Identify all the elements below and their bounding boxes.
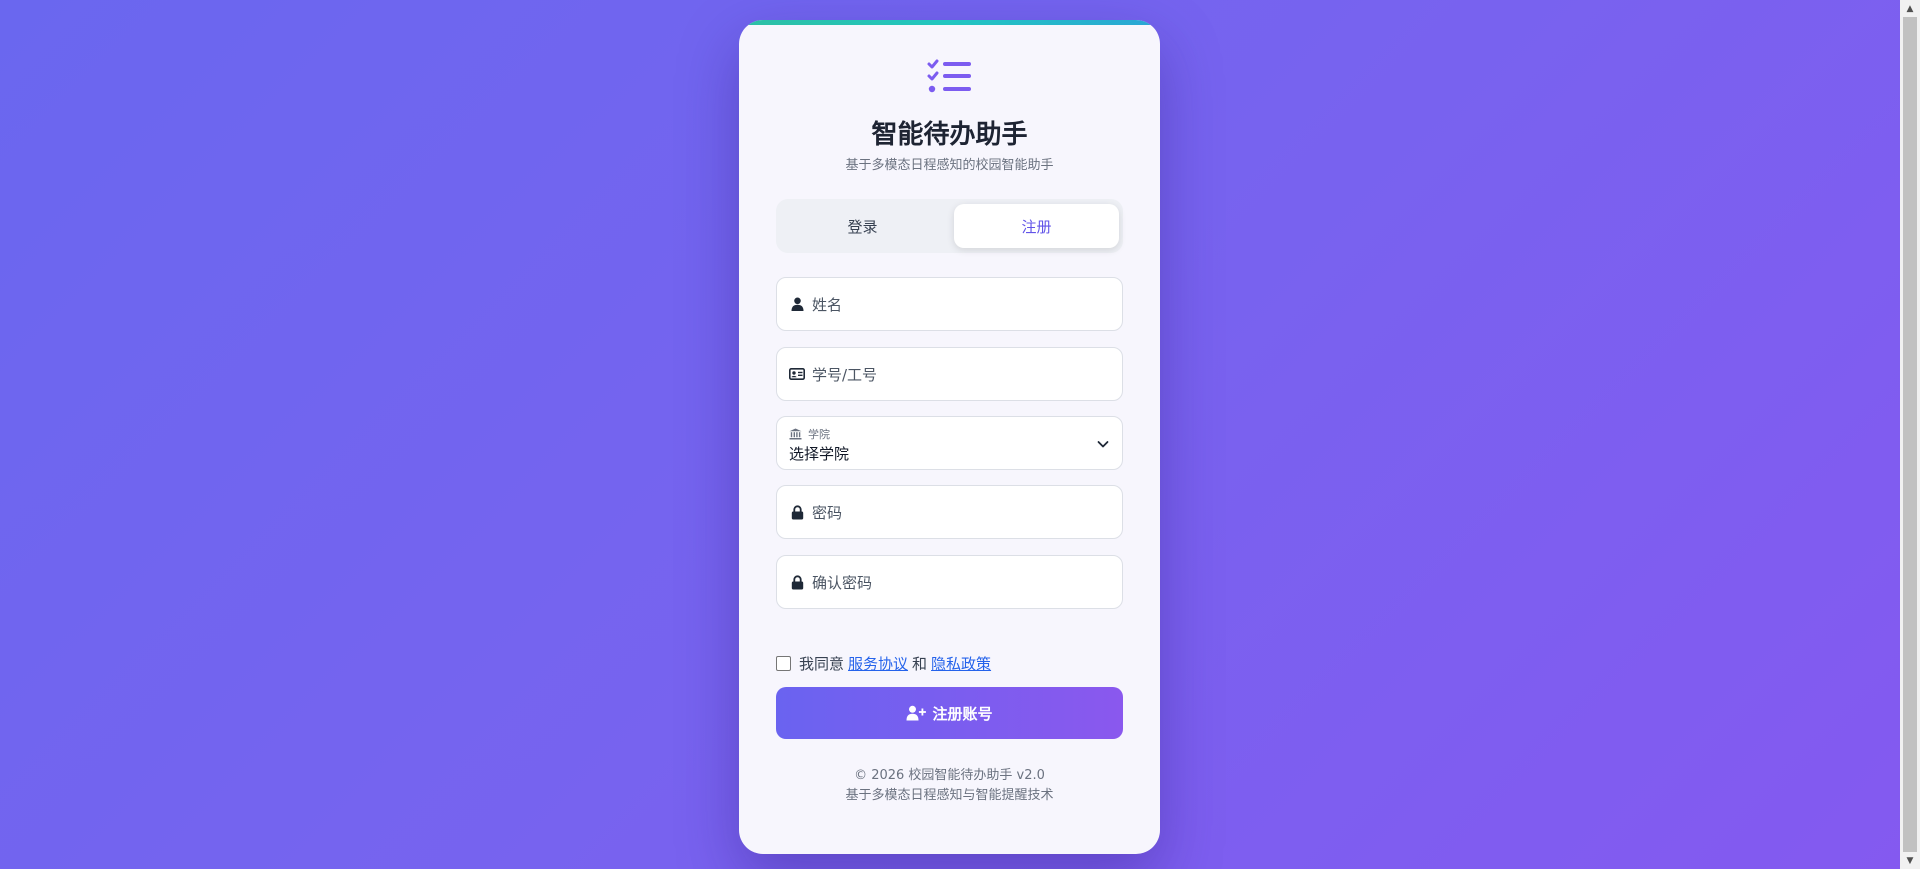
user-plus-icon	[906, 705, 926, 721]
college-select[interactable]: 学院 选择学院	[776, 416, 1123, 470]
building-columns-icon	[789, 428, 802, 441]
privacy-link[interactable]: 隐私政策	[931, 653, 991, 674]
checklist-logo-icon	[926, 58, 974, 98]
college-label-row: 学院	[789, 426, 830, 442]
register-submit-label: 注册账号	[932, 703, 992, 724]
agree-prefix: 我同意	[799, 653, 844, 674]
id-card-icon	[789, 366, 805, 382]
card-top-accent-bar	[739, 20, 1160, 25]
tab-login[interactable]: 登录	[780, 204, 945, 248]
student-id-field[interactable]: 学号/工号	[776, 347, 1123, 401]
footer-copyright: © 2026 校园智能待办助手 v2.0	[739, 764, 1160, 783]
agreement-row: 我同意 服务协议 和 隐私政策	[776, 653, 995, 673]
lock-icon	[789, 574, 805, 590]
register-submit-button[interactable]: 注册账号	[776, 687, 1123, 739]
scrollbar-thumb[interactable]	[1903, 17, 1917, 852]
password-placeholder: 密码	[812, 502, 842, 523]
scroll-up-arrow-icon[interactable]: ▲	[1900, 0, 1920, 17]
lock-icon	[789, 504, 805, 520]
auth-tabs: 登录 注册	[776, 199, 1123, 253]
chevron-down-icon	[1096, 436, 1110, 450]
agree-checkbox[interactable]	[776, 656, 791, 671]
college-label: 学院	[808, 426, 830, 442]
password-field[interactable]: 密码	[776, 485, 1123, 539]
college-selected-value: 选择学院	[789, 443, 849, 464]
footer-tagline: 基于多模态日程感知与智能提醒技术	[739, 784, 1160, 803]
confirm-password-field[interactable]: 确认密码	[776, 555, 1123, 609]
register-card: 智能待办助手 基于多模态日程感知的校园智能助手 登录 注册 姓名 学号/工号	[739, 20, 1160, 854]
name-placeholder: 姓名	[812, 294, 842, 315]
page-scrollbar[interactable]: ▲ ▼	[1900, 0, 1920, 869]
student-id-placeholder: 学号/工号	[812, 364, 877, 385]
agree-conjunction: 和	[912, 653, 927, 674]
app-subtitle: 基于多模态日程感知的校园智能助手	[739, 154, 1160, 173]
user-icon	[789, 296, 805, 312]
terms-link[interactable]: 服务协议	[848, 653, 908, 674]
tab-register[interactable]: 注册	[954, 204, 1119, 248]
confirm-password-placeholder: 确认密码	[812, 572, 872, 593]
name-field[interactable]: 姓名	[776, 277, 1123, 331]
scroll-down-arrow-icon[interactable]: ▼	[1900, 852, 1920, 869]
app-title: 智能待办助手	[739, 114, 1160, 151]
